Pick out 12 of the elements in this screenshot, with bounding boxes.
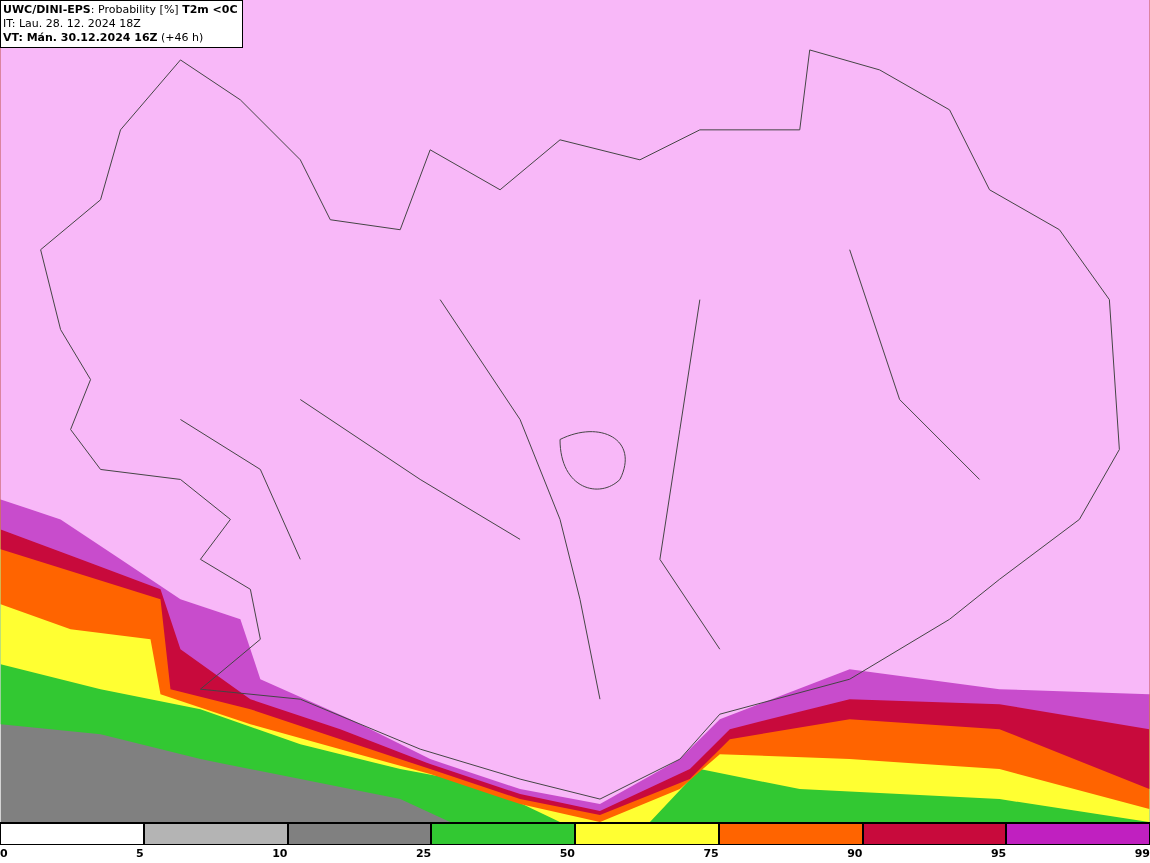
legend-tick: 0 (0, 846, 8, 863)
legend-tick: 75 (703, 846, 719, 863)
legend-tick: 25 (415, 846, 432, 863)
legend-tick: 10 (272, 846, 288, 863)
legend-tick: 99 (1134, 846, 1150, 863)
legend-tick: 50 (559, 846, 575, 863)
info-text: VT: Mán. 30.12.2024 16Z (+46 h) (3, 31, 205, 45)
legend-tick: 5 (136, 846, 144, 863)
legend-tick: 95 (990, 846, 1007, 863)
info-text: IT: Lau. 28. 12. 2024 18Z (3, 17, 142, 31)
legend-tick: 90 (847, 846, 863, 863)
info-text: UWC/DINI-EPS: Probability [%] T2m <0C (3, 3, 238, 17)
